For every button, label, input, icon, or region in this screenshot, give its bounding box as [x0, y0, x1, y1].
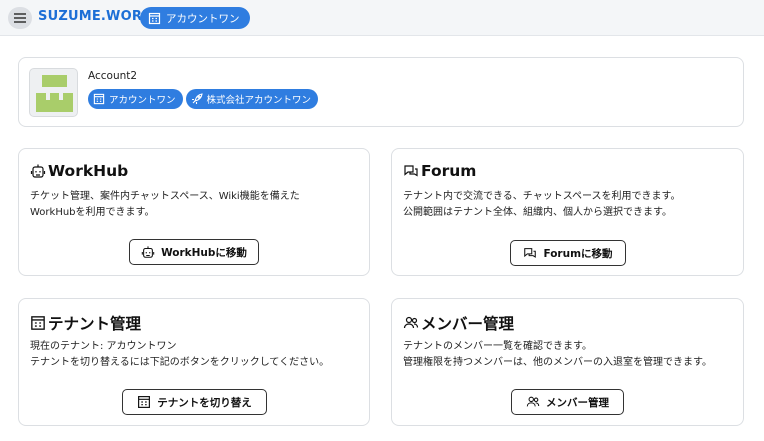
member-management-description: テナントのメンバー一覧を確認できます。 管理権限を持つメンバーは、他のメンバーの… — [403, 341, 712, 368]
menu-icon — [14, 13, 26, 23]
member-management-card: メンバー管理 テナントのメンバー一覧を確認できます。 管理権限を持つメンバーは、… — [391, 298, 744, 426]
account-name: Account2 — [88, 70, 138, 82]
forum-description: テナント内で交流できる、チャットスペースを利用できます。 公開範囲はテナント全体… — [403, 191, 681, 218]
building-icon — [30, 315, 46, 331]
company-badge-label: 株式会社アカウントワン — [206, 95, 312, 106]
member-management-button[interactable]: メンバー管理 — [511, 389, 624, 415]
goto-workhub-label: WorkHubに移動 — [161, 246, 247, 259]
member-management-title: メンバー管理 — [403, 312, 514, 334]
robot-icon — [141, 245, 155, 259]
switch-tenant-button[interactable]: テナントを切り替え — [122, 389, 267, 415]
tenant-management-card: テナント管理 現在のテナント: アカウントワン テナントを切り替えるには下記のボ… — [18, 298, 370, 426]
users-icon — [526, 395, 540, 409]
current-tenant-pill[interactable]: アカウントワン — [140, 7, 250, 29]
rocket-icon — [191, 93, 203, 105]
member-management-label: メンバー管理 — [546, 396, 609, 409]
forum-card: Forum テナント内で交流できる、チャットスペースを利用できます。 公開範囲は… — [391, 148, 744, 276]
workhub-description: チケット管理、案件内チャットスペース、Wiki機能を備えた WorkHubを利用… — [30, 191, 300, 218]
avatar — [29, 68, 78, 117]
workhub-card: WorkHub チケット管理、案件内チャットスペース、Wiki機能を備えた Wo… — [18, 148, 370, 276]
menu-button[interactable] — [8, 7, 32, 29]
account-badges: アカウントワン 株式会社アカウントワン — [88, 89, 319, 109]
goto-forum-button[interactable]: Forumに移動 — [510, 240, 626, 266]
top-bar: SUZUME.WORK アカウントワン — [0, 0, 764, 36]
tenant-badge: アカウントワン — [88, 89, 183, 109]
goto-workhub-button[interactable]: WorkHubに移動 — [129, 239, 259, 265]
current-tenant-label: アカウントワン — [166, 12, 240, 25]
building-icon — [137, 395, 151, 409]
robot-icon — [30, 163, 46, 179]
chat-bubbles-icon — [403, 163, 419, 179]
goto-forum-label: Forumに移動 — [543, 247, 613, 260]
switch-tenant-label: テナントを切り替え — [157, 396, 252, 409]
chat-bubbles-icon — [523, 246, 537, 260]
tenant-management-title: テナント管理 — [30, 312, 141, 334]
tenant-management-description: 現在のテナント: アカウントワン テナントを切り替えるには下記のボタンをクリック… — [30, 341, 330, 368]
building-icon — [148, 12, 161, 25]
users-icon — [403, 315, 419, 331]
account-card: Account2 アカウントワン 株式会社アカウントワン — [18, 57, 744, 127]
tenant-badge-label: アカウントワン — [109, 95, 176, 106]
company-badge: 株式会社アカウントワン — [185, 89, 319, 109]
forum-title: Forum — [403, 162, 476, 180]
brand-logo[interactable]: SUZUME.WORK — [38, 9, 152, 24]
building-icon — [93, 93, 105, 105]
workhub-title: WorkHub — [30, 162, 128, 180]
